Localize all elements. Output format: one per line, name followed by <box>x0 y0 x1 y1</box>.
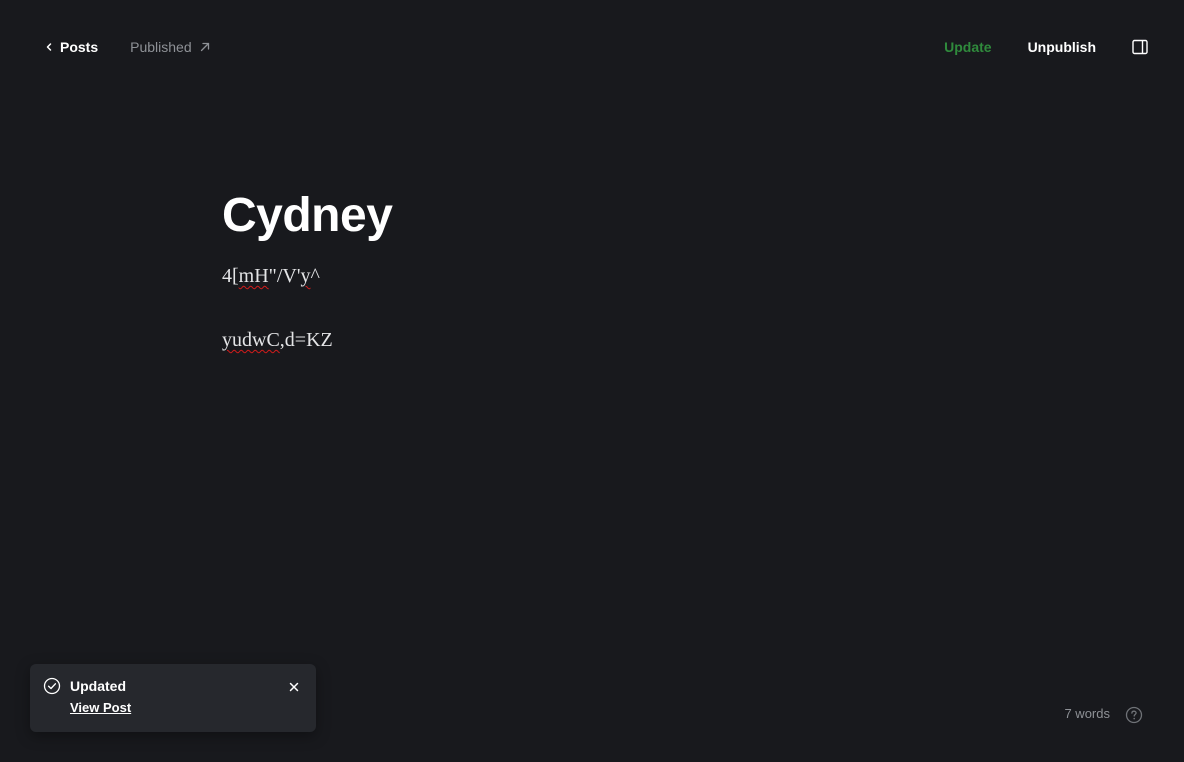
misspelled-word: yudwC <box>222 329 280 351</box>
back-label: Posts <box>60 39 99 55</box>
update-button[interactable]: Update <box>944 39 991 55</box>
text-run: ,d=KZ <box>279 329 333 351</box>
post-title[interactable]: Cydney <box>222 186 962 246</box>
post-editor-app: Posts Published Update Unpublish Cydney … <box>0 0 1184 762</box>
published-status-link[interactable]: Published <box>130 39 211 55</box>
unpublish-button[interactable]: Unpublish <box>1028 39 1096 55</box>
misspelled-word: mH <box>238 265 269 287</box>
editor-topbar-right: Update Unpublish <box>944 36 1148 58</box>
text-run: "/V' <box>268 265 301 287</box>
back-to-posts-link[interactable]: Posts <box>44 39 98 55</box>
sidebar-toggle-icon[interactable] <box>1132 39 1148 55</box>
text-run: ^ <box>310 265 320 287</box>
toast-title: Updated <box>70 678 126 694</box>
check-circle-icon <box>43 677 61 695</box>
word-count: 7 words <box>1064 706 1110 721</box>
help-circle-icon[interactable] <box>1125 706 1143 724</box>
post-paragraph[interactable]: yudwC,d=KZ <box>222 326 962 354</box>
status-label: Published <box>130 39 192 55</box>
editor-topbar-left: Posts Published <box>44 36 211 58</box>
view-post-link[interactable]: View Post <box>70 700 131 716</box>
updated-toast: Updated View Post <box>30 664 316 732</box>
text-run: 4[ <box>222 265 239 287</box>
post-paragraph[interactable]: 4[mH"/V'y^ <box>222 262 962 290</box>
misspelled-word: y <box>300 265 311 287</box>
close-icon[interactable] <box>288 680 300 692</box>
post-editor[interactable]: Cydney 4[mH"/V'y^ yudwC,d=KZ <box>222 186 962 354</box>
arrow-up-right-icon <box>199 41 211 53</box>
chevron-left-icon <box>44 42 54 52</box>
